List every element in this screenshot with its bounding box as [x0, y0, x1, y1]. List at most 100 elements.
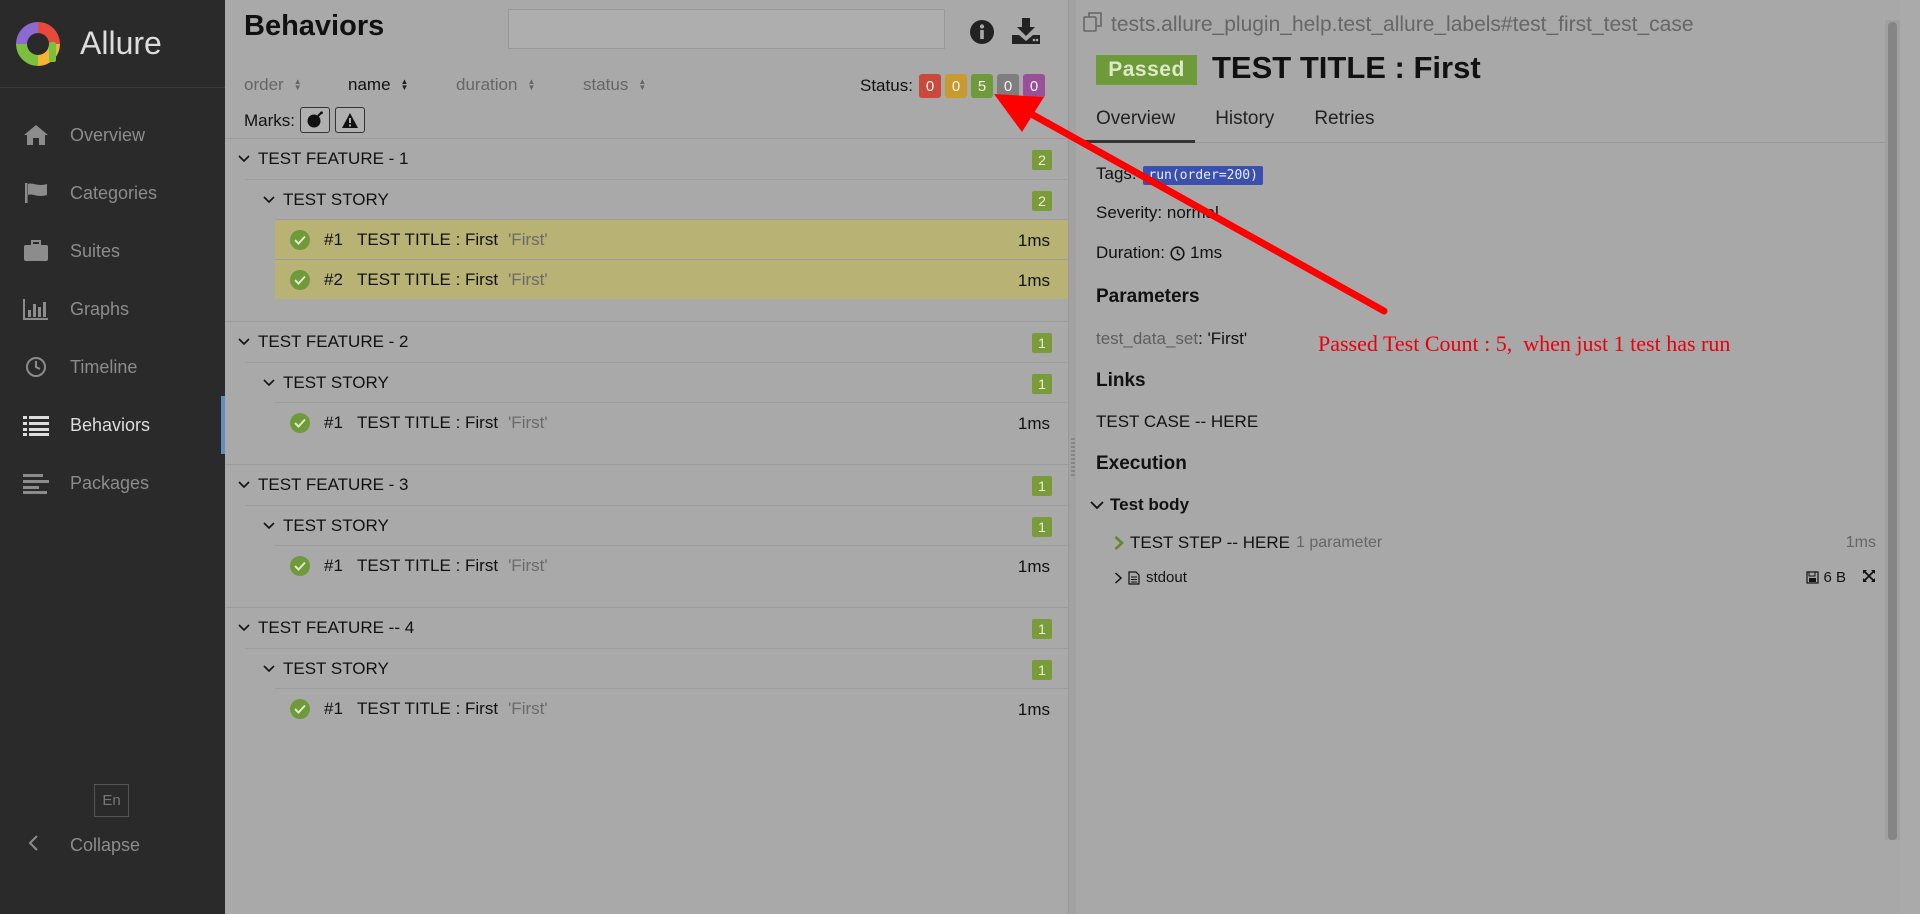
test-number: #1 — [324, 412, 343, 432]
check-circle-icon — [290, 229, 310, 250]
tab-overview[interactable]: Overview — [1076, 100, 1196, 143]
info-icon[interactable] — [969, 19, 995, 50]
sidebar-item-behaviors[interactable]: Behaviors — [0, 396, 225, 454]
feature-name: TEST FEATURE - 1 — [258, 149, 409, 168]
test-duration: 1ms — [1017, 231, 1050, 250]
flag-icon — [22, 181, 50, 205]
sidebar-item-timeline[interactable]: Timeline — [0, 338, 225, 396]
sort-duration[interactable]: duration ▲ ▼ — [456, 75, 583, 95]
pane-splitter[interactable] — [1068, 0, 1076, 914]
step-row[interactable]: TEST STEP -- HERE 1 parameter 1ms — [1114, 533, 1876, 553]
chevron-right-icon — [1114, 536, 1124, 550]
test-body-label: Test body — [1110, 495, 1190, 514]
language-button[interactable]: En — [94, 784, 129, 817]
attachment-name: stdout — [1146, 569, 1187, 586]
sidebar-item-categories[interactable]: Categories — [0, 164, 225, 222]
feature-group: TEST FEATURE - 3 1 TEST STORY 1 #1 TEST … — [225, 464, 1068, 607]
scrollbar-thumb[interactable] — [1888, 22, 1897, 840]
story-row[interactable]: TEST STORY 1 — [245, 362, 1068, 402]
sidebar-item-suites[interactable]: Suites — [0, 222, 225, 280]
clock-icon — [22, 355, 50, 379]
save-icon — [1806, 571, 1820, 584]
duration-value: 1ms — [1189, 243, 1223, 262]
feature-row[interactable]: TEST FEATURE - 2 1 — [225, 322, 1068, 362]
test-number: #1 — [324, 555, 343, 575]
search-input[interactable] — [508, 9, 945, 49]
sort-status-label: status — [583, 75, 629, 94]
bar-chart-icon — [22, 297, 50, 321]
download-icon[interactable] — [1011, 17, 1041, 50]
sidebar-item-overview[interactable]: Overview — [0, 106, 225, 164]
story-name: TEST STORY — [283, 189, 389, 209]
chevron-down-icon — [238, 336, 250, 348]
story-row[interactable]: TEST STORY 1 — [245, 648, 1068, 688]
test-title: TEST TITLE : First — [1212, 50, 1481, 85]
chevron-left-icon — [26, 834, 42, 857]
status-unknown-toggle[interactable]: 0 — [1023, 74, 1045, 98]
tags-row: Tags: run(order=200) — [1096, 164, 1263, 185]
chevron-right-icon — [1114, 571, 1123, 584]
test-row[interactable]: #1 TEST TITLE : First 'First' 1ms — [275, 688, 1068, 728]
feature-group: TEST FEATURE - 1 2 TEST STORY 2 #1 TEST … — [225, 138, 1068, 321]
attachment-row[interactable]: stdout 6 B — [1114, 569, 1876, 586]
feature-row[interactable]: TEST FEATURE -- 4 1 — [225, 608, 1068, 648]
attachment-size-text: 6 B — [1823, 569, 1846, 586]
chevron-down-icon — [263, 663, 275, 675]
feature-row[interactable]: TEST FEATURE - 1 2 — [225, 139, 1068, 179]
collapse-button[interactable]: Collapse — [26, 834, 140, 857]
tab-retries[interactable]: Retries — [1294, 100, 1394, 143]
test-title: TEST TITLE : First — [357, 412, 499, 432]
count-badge: 2 — [1032, 150, 1052, 170]
briefcase-icon — [22, 239, 50, 263]
status-failed-toggle[interactable]: 0 — [919, 74, 941, 98]
clock-icon — [1170, 245, 1185, 261]
sidebar-item-packages[interactable]: Packages — [0, 454, 225, 512]
test-param: 'First' — [508, 698, 548, 718]
attachment-size: 6 B — [1806, 569, 1846, 586]
status-skipped-toggle[interactable]: 0 — [997, 74, 1019, 98]
count-badge: 1 — [1032, 374, 1052, 394]
test-duration: 1ms — [1017, 557, 1050, 576]
count-badge: 1 — [1032, 619, 1052, 639]
new-failed-mark-toggle[interactable] — [335, 107, 365, 133]
sidebar-item-label: Overview — [70, 124, 146, 145]
status-passed-toggle[interactable]: 5 — [971, 74, 993, 98]
test-number: #2 — [324, 269, 343, 289]
test-detail-pane: tests.allure_plugin_help.test_allure_lab… — [1076, 0, 1900, 914]
story-row[interactable]: TEST STORY 2 — [245, 179, 1068, 219]
sort-order[interactable]: order ▲ ▼ — [244, 75, 348, 95]
test-row[interactable]: #1 TEST TITLE : First 'First' 1ms — [275, 402, 1068, 442]
expand-icon[interactable] — [1862, 569, 1876, 587]
test-row[interactable]: #1 TEST TITLE : First 'First' 1ms — [275, 545, 1068, 585]
brand[interactable]: Allure — [0, 0, 225, 88]
severity-value: normal — [1166, 203, 1219, 222]
sidebar-item-label: Categories — [70, 182, 158, 203]
chevron-down-icon — [238, 153, 250, 165]
sort-arrows-icon: ▲ ▼ — [527, 77, 536, 92]
behaviors-tree: TEST FEATURE - 1 2 TEST STORY 2 #1 TEST … — [225, 138, 1068, 728]
copy-icon[interactable] — [1083, 12, 1103, 38]
test-row[interactable]: #2 TEST TITLE : First 'First' 1ms — [275, 259, 1068, 299]
flaky-mark-toggle[interactable] — [300, 107, 330, 133]
sort-status[interactable]: status ▲ ▼ — [583, 75, 646, 95]
status-badge: Passed — [1096, 55, 1197, 85]
chevron-down-icon — [238, 622, 250, 634]
sidebar-item-graphs[interactable]: Graphs — [0, 280, 225, 338]
check-circle-icon — [290, 698, 310, 719]
sort-name[interactable]: name ▲ ▼ — [348, 75, 456, 95]
status-broken-toggle[interactable]: 0 — [945, 74, 967, 98]
feature-name: TEST FEATURE -- 4 — [258, 618, 415, 637]
test-case-link[interactable]: TEST CASE -- HERE — [1096, 412, 1258, 432]
test-row[interactable]: #1 TEST TITLE : First 'First' 1ms — [275, 219, 1068, 259]
tags-label: Tags: — [1096, 164, 1137, 183]
story-row[interactable]: TEST STORY 1 — [245, 505, 1068, 545]
story-name: TEST STORY — [283, 372, 389, 392]
test-body-toggle[interactable]: Test body — [1090, 495, 1189, 515]
parameter-row: test_data_set: 'First' — [1096, 329, 1247, 349]
feature-row[interactable]: TEST FEATURE - 3 1 — [225, 465, 1068, 505]
chevron-down-icon — [263, 520, 275, 532]
tab-history[interactable]: History — [1195, 100, 1294, 143]
drag-handle-icon — [1071, 438, 1075, 476]
severity-label: Severity: — [1096, 203, 1163, 222]
tag-badge: run(order=200) — [1143, 166, 1263, 185]
